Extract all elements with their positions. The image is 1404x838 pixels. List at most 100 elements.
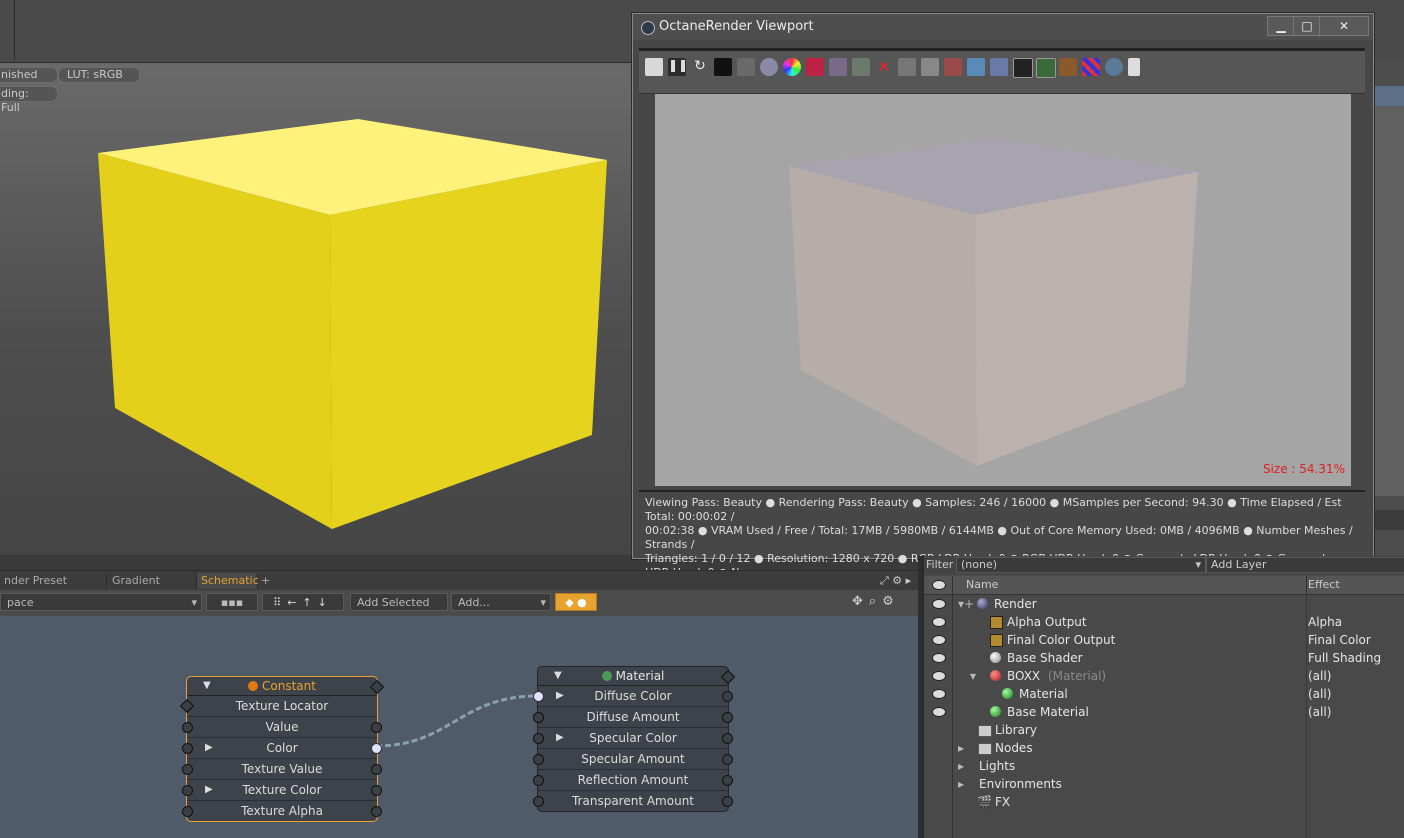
name-column-header[interactable]: Name xyxy=(966,578,998,591)
checker-icon[interactable] xyxy=(1082,58,1100,76)
layer-effect[interactable]: Full Shading xyxy=(1308,649,1381,667)
output-port[interactable] xyxy=(371,806,382,817)
layer-row-render[interactable]: ▾+ Render xyxy=(924,595,1404,613)
gpu-icon[interactable] xyxy=(1036,58,1056,78)
eye-icon[interactable] xyxy=(932,617,946,627)
minimize-button[interactable]: ▁ xyxy=(1267,16,1295,36)
settings-icon[interactable] xyxy=(1105,58,1123,76)
input-port[interactable] xyxy=(533,796,544,807)
layer-row[interactable]: ▸ Environments xyxy=(924,775,1404,793)
expand-icon[interactable]: ▶ xyxy=(205,738,213,758)
arrange-buttons[interactable]: ⠿←↑↓ xyxy=(262,593,344,611)
output-port[interactable] xyxy=(722,775,733,786)
pause-icon[interactable]: ❚❚ xyxy=(668,58,688,76)
add-layer-button[interactable]: Add Layer xyxy=(1206,557,1404,573)
eye-icon[interactable] xyxy=(932,653,946,663)
input-port[interactable] xyxy=(533,775,544,786)
material-node[interactable]: ▼ Material ▶ Diffuse Color Diffuse Amount… xyxy=(533,666,736,812)
expand-toggle-icon[interactable]: ▸ xyxy=(958,757,964,775)
lock-icon[interactable] xyxy=(898,58,916,76)
octane-viewport-window[interactable]: OctaneRender Viewport ▁ □ ✕ ❚❚ ↻ ✕ Size … xyxy=(632,13,1374,579)
expand-toggle-icon[interactable]: ▾+ xyxy=(958,595,974,613)
region-icon[interactable] xyxy=(921,58,939,76)
tab-schematic[interactable]: Schematic xyxy=(197,573,259,589)
filter-dropdown[interactable]: (none) ▾ xyxy=(956,557,1206,573)
expand-icon[interactable]: ▶ xyxy=(556,728,564,748)
fit-icon[interactable] xyxy=(645,58,663,76)
layer-effect[interactable]: Alpha xyxy=(1308,613,1342,631)
white-balance-icon[interactable] xyxy=(760,58,778,76)
maximize-button[interactable]: □ xyxy=(1293,16,1321,36)
expand-icon[interactable]: ▶ xyxy=(556,686,564,706)
input-port[interactable] xyxy=(182,785,193,796)
layer-row[interactable]: ▸ Nodes xyxy=(924,739,1404,757)
input-port[interactable] xyxy=(533,754,544,765)
input-port[interactable] xyxy=(533,733,544,744)
layers-icon[interactable] xyxy=(990,58,1008,76)
clear-icon[interactable]: ✕ xyxy=(875,58,893,76)
output-port[interactable] xyxy=(722,796,733,807)
collapse-icon[interactable]: ▼ xyxy=(203,677,211,695)
effect-column-header[interactable]: Effect xyxy=(1308,578,1340,591)
workspace-dropdown[interactable]: pace ▾ xyxy=(0,593,202,611)
layer-row[interactable]: Alpha Output Alpha xyxy=(924,613,1404,631)
material-picker-icon[interactable] xyxy=(806,58,824,76)
node-header[interactable]: ▼ Constant xyxy=(187,677,385,696)
output-port[interactable] xyxy=(371,785,382,796)
layer-row[interactable]: Base Shader Full Shading xyxy=(924,649,1404,667)
constant-node[interactable]: ▼ Constant Texture Locator Value ▶ Color … xyxy=(179,676,385,822)
expand-icon[interactable]: ▶ xyxy=(205,780,213,800)
window-titlebar[interactable]: OctaneRender Viewport ▁ □ ✕ xyxy=(633,14,1373,40)
visibility-header-icon[interactable] xyxy=(932,580,946,590)
schematic-view-icons[interactable]: ✥⌕⚙ xyxy=(852,594,900,609)
output-port[interactable] xyxy=(722,691,733,702)
close-button[interactable]: ✕ xyxy=(1319,16,1369,36)
add-selected-button[interactable]: Add Selected xyxy=(350,593,448,611)
layer-effect[interactable]: (all) xyxy=(1308,685,1331,703)
eye-icon[interactable] xyxy=(932,689,946,699)
input-port[interactable] xyxy=(182,722,193,733)
input-port[interactable] xyxy=(182,764,193,775)
node-display-toggle[interactable]: ◆ ● xyxy=(555,593,597,611)
layer-effect[interactable]: (all) xyxy=(1308,703,1331,721)
collapse-icon[interactable]: ▼ xyxy=(554,667,562,685)
output-port[interactable] xyxy=(722,733,733,744)
layer-row[interactable]: 🎬 FX xyxy=(924,793,1404,811)
layer-row[interactable]: Material (all) xyxy=(924,685,1404,703)
layer-row[interactable]: Library xyxy=(924,721,1404,739)
capture-icon[interactable] xyxy=(944,58,962,76)
input-port[interactable] xyxy=(533,712,544,723)
input-port[interactable] xyxy=(533,691,544,702)
eye-icon[interactable] xyxy=(932,707,946,717)
expand-toggle-icon[interactable]: ▾ xyxy=(970,667,976,685)
expand-toggle-icon[interactable]: ▸ xyxy=(958,775,964,793)
restart-icon[interactable]: ↻ xyxy=(691,58,709,76)
save-icon[interactable] xyxy=(967,58,985,76)
output-port[interactable] xyxy=(371,743,382,754)
layer-effect[interactable]: Final Color xyxy=(1308,631,1371,649)
output-port[interactable] xyxy=(371,722,382,733)
render-preview[interactable]: Size : 54.31% xyxy=(655,94,1351,486)
output-port[interactable] xyxy=(722,712,733,723)
tab-options-icon[interactable]: ⤢ ⚙ ▸ xyxy=(876,573,920,589)
eye-icon[interactable] xyxy=(932,635,946,645)
input-port[interactable] xyxy=(182,806,193,817)
layer-row[interactable]: ▸ Lights xyxy=(924,757,1404,775)
input-port[interactable] xyxy=(182,743,193,754)
eye-icon[interactable] xyxy=(932,671,946,681)
layer-row[interactable]: Final Color Output Final Color xyxy=(924,631,1404,649)
add-tab-button[interactable]: + xyxy=(257,573,275,589)
layer-effect[interactable]: (all) xyxy=(1308,667,1331,685)
schematic-canvas[interactable]: ▼ Constant Texture Locator Value ▶ Color … xyxy=(0,616,920,838)
node-header[interactable]: ▼ Material xyxy=(538,667,736,686)
layer-row-boxx[interactable]: ▾ BOXX (Material) (all) xyxy=(924,667,1404,685)
eye-icon[interactable] xyxy=(932,599,946,609)
output-port[interactable] xyxy=(371,764,382,775)
tab-preset-browser[interactable]: nder Preset Browser xyxy=(0,573,107,603)
console-icon[interactable] xyxy=(1013,58,1033,78)
color-picker-icon[interactable] xyxy=(783,58,801,76)
object-picker-icon[interactable] xyxy=(829,58,847,76)
output-port[interactable] xyxy=(722,754,733,765)
focus-picker-icon[interactable] xyxy=(737,58,755,76)
layer-row[interactable]: Base Material (all) xyxy=(924,703,1404,721)
